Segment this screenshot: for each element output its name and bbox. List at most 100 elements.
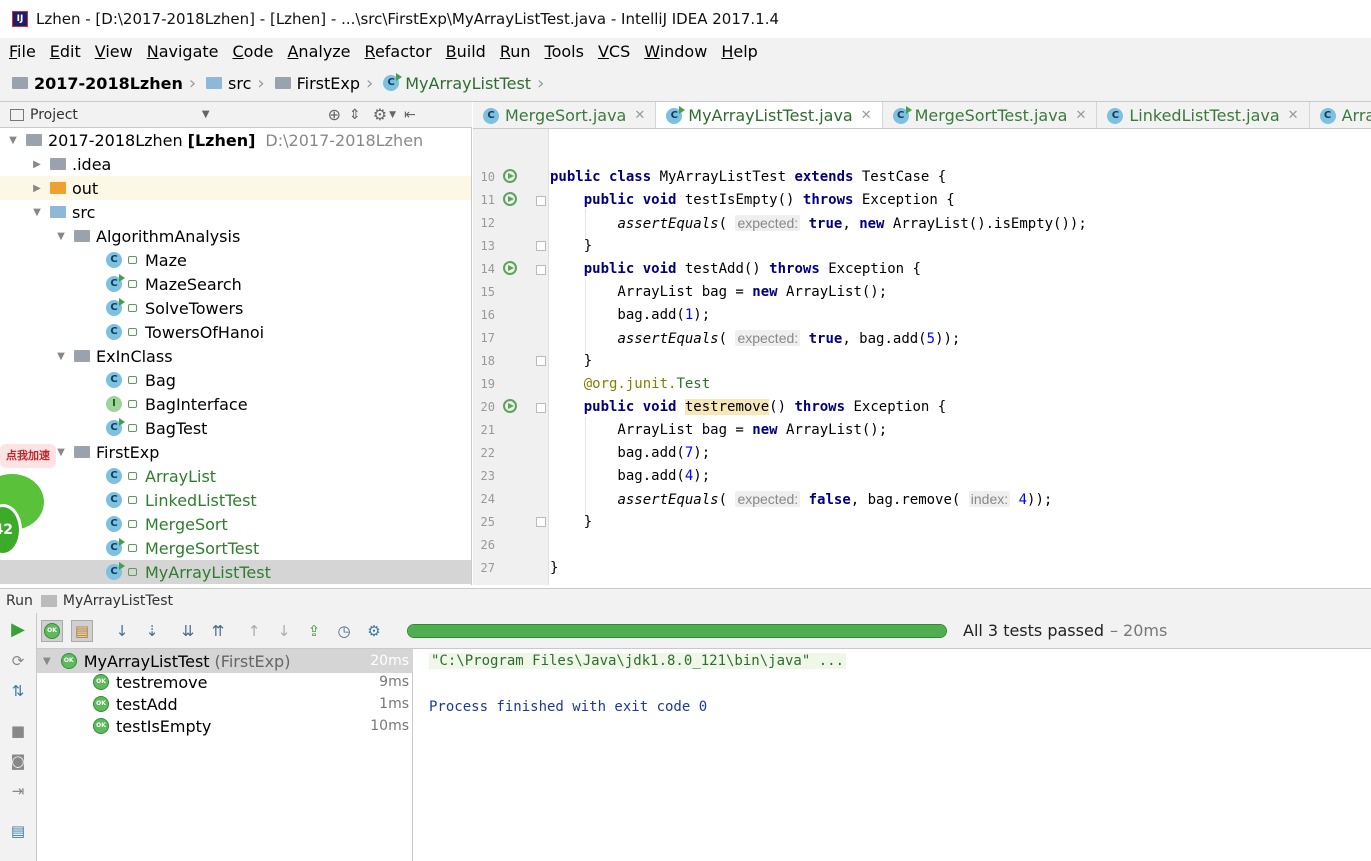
- run-test-icon[interactable]: [503, 192, 517, 206]
- stop-icon[interactable]: ■: [8, 721, 28, 741]
- collapse-all-icon[interactable]: ⇕: [349, 107, 361, 123]
- close-icon[interactable]: ✕: [634, 108, 645, 123]
- tree-item-idea[interactable]: ▶ .idea: [0, 152, 471, 176]
- locate-icon[interactable]: ⊕: [328, 105, 341, 124]
- camera-icon[interactable]: ◙: [8, 751, 28, 771]
- tree-item-class[interactable]: C TowersOfHanoi: [0, 320, 471, 344]
- menu-tools[interactable]: Tools: [545, 42, 584, 61]
- breadcrumb-class[interactable]: C MyArrayListTest ›: [383, 73, 550, 94]
- code-editor[interactable]: 10 11 12 13 14 15 16 17 18 19 20 21 22 2…: [473, 129, 1371, 585]
- expand-arrow-icon[interactable]: ▼: [54, 351, 68, 362]
- tree-item-class[interactable]: C MergeSort: [0, 512, 471, 536]
- sort-alpha-icon[interactable]: ↓: [111, 620, 133, 642]
- tab-arraylist[interactable]: C ArrayList.java: [1310, 102, 1371, 128]
- breadcrumb-project[interactable]: 2017-2018Lzhen ›: [12, 73, 202, 94]
- run-panel-title[interactable]: Run: [6, 593, 33, 609]
- fold-icon[interactable]: [536, 241, 546, 251]
- toggle-autotest-icon[interactable]: ⇅: [8, 681, 28, 701]
- tree-item-class[interactable]: C SolveTowers: [0, 296, 471, 320]
- close-icon[interactable]: ✕: [1075, 108, 1086, 123]
- history-icon[interactable]: ◷: [333, 620, 355, 642]
- expand-arrow-icon[interactable]: ▼: [30, 207, 44, 218]
- menu-analyze[interactable]: Analyze: [287, 42, 350, 61]
- project-panel-title[interactable]: Project: [30, 107, 78, 123]
- dropdown-arrow-icon[interactable]: ▼: [389, 110, 396, 120]
- menu-edit[interactable]: Edit: [50, 42, 81, 61]
- close-icon[interactable]: ✕: [1288, 108, 1299, 123]
- fold-icon[interactable]: [536, 403, 546, 413]
- tree-item-selected[interactable]: C MyArrayListTest: [0, 560, 471, 584]
- menu-run[interactable]: Run: [500, 42, 531, 61]
- menu-vcs[interactable]: VCS: [598, 42, 630, 61]
- tab-mergesorttest[interactable]: C MergeSortTest.java ✕: [883, 102, 1098, 128]
- tree-item-package[interactable]: ▼ AlgorithmAnalysis: [0, 224, 471, 248]
- gear-icon[interactable]: ⚙: [363, 620, 385, 642]
- menu-refactor[interactable]: Refactor: [365, 42, 432, 61]
- tree-item-class[interactable]: C Maze: [0, 248, 471, 272]
- menu-file[interactable]: File: [9, 42, 36, 61]
- lock-icon: [128, 280, 137, 288]
- rerun-failed-icon[interactable]: ⟳: [8, 651, 28, 671]
- tree-item-package[interactable]: ▼ FirstExp: [0, 440, 471, 464]
- next-icon[interactable]: ↓: [273, 620, 295, 642]
- menu-view[interactable]: View: [95, 42, 133, 61]
- tree-item-class[interactable]: C LinkedListTest: [0, 488, 471, 512]
- accelerate-badge[interactable]: 点我加速: [0, 444, 56, 468]
- collapse-all-icon[interactable]: ⇈: [207, 620, 229, 642]
- breadcrumb-src[interactable]: src ›: [206, 73, 271, 94]
- hide-panel-icon[interactable]: ⇤: [404, 107, 416, 123]
- show-ignored-icon[interactable]: ▤: [71, 619, 93, 642]
- fold-icon[interactable]: [536, 517, 546, 527]
- test-row[interactable]: OK testIsEmpty 10ms: [37, 715, 413, 737]
- run-config-name[interactable]: MyArrayListTest: [63, 593, 173, 609]
- test-row[interactable]: OK testAdd 1ms: [37, 693, 413, 715]
- menu-navigate[interactable]: Navigate: [147, 42, 219, 61]
- tree-item-class[interactable]: C MergeSortTest: [0, 536, 471, 560]
- tree-item-root[interactable]: ▼ 2017-2018Lzhen [Lzhen] D:\2017-2018Lzh…: [0, 128, 471, 152]
- tree-item-src[interactable]: ▼ src: [0, 200, 471, 224]
- fold-icon[interactable]: [536, 265, 546, 275]
- tree-item-class[interactable]: C ArrayList: [0, 464, 471, 488]
- chevron-right-icon: ›: [188, 72, 197, 94]
- expand-arrow-icon[interactable]: ▼: [54, 447, 68, 458]
- breadcrumb-package[interactable]: FirstExp ›: [274, 73, 380, 94]
- tab-mergesort[interactable]: C MergeSort.java ✕: [473, 102, 657, 128]
- tab-linkedlisttest[interactable]: C LinkedListTest.java ✕: [1097, 102, 1310, 128]
- collapsed-arrow-icon[interactable]: ▶: [30, 183, 44, 194]
- expand-arrow-icon[interactable]: ▼: [6, 135, 20, 146]
- exit-icon[interactable]: ⇥: [8, 781, 28, 801]
- menu-window[interactable]: Window: [644, 42, 707, 61]
- tree-item-class[interactable]: C BagTest: [0, 416, 471, 440]
- collapsed-arrow-icon[interactable]: ▶: [30, 159, 44, 170]
- test-suite-row[interactable]: ▼ OK MyArrayListTest (FirstExp) 20ms: [37, 649, 413, 673]
- expand-all-icon[interactable]: ⇊: [177, 620, 199, 642]
- console-output[interactable]: "C:\Program Files\Java\jdk1.8.0_121\bin\…: [413, 649, 1371, 861]
- sort-duration-icon[interactable]: ⇣: [141, 620, 163, 642]
- rerun-icon[interactable]: ▶: [8, 619, 28, 640]
- run-test-icon[interactable]: [503, 261, 517, 275]
- view-dropdown-icon[interactable]: ▼: [202, 109, 210, 120]
- tree-item-package[interactable]: ▼ ExInClass: [0, 344, 471, 368]
- gear-icon[interactable]: ⚙: [373, 105, 387, 124]
- fold-icon[interactable]: [536, 196, 546, 206]
- tab-myarraylisttest[interactable]: C MyArrayListTest.java ✕: [656, 102, 883, 128]
- expand-arrow-icon[interactable]: ▼: [54, 231, 68, 242]
- tree-item-class[interactable]: C MazeSearch: [0, 272, 471, 296]
- previous-icon[interactable]: ↑: [243, 620, 265, 642]
- tree-item-class[interactable]: C Bag: [0, 368, 471, 392]
- close-icon[interactable]: ✕: [861, 108, 872, 123]
- fold-icon[interactable]: [536, 356, 546, 366]
- expand-arrow-icon[interactable]: ▼: [43, 656, 51, 667]
- layout-icon[interactable]: ▤: [8, 821, 28, 841]
- menu-help[interactable]: Help: [721, 42, 757, 61]
- tree-item-out[interactable]: ▶ out: [0, 176, 471, 200]
- menu-code[interactable]: Code: [233, 42, 274, 61]
- run-test-icon[interactable]: [503, 169, 517, 183]
- test-row[interactable]: OK testremove 9ms: [37, 671, 413, 693]
- run-test-icon[interactable]: [503, 399, 517, 413]
- export-icon[interactable]: ⇪: [303, 620, 325, 642]
- show-passed-icon[interactable]: OK: [41, 619, 63, 642]
- menu-build[interactable]: Build: [446, 42, 486, 61]
- tree-item-interface[interactable]: I BagInterface: [0, 392, 471, 416]
- tree-item-label: out: [72, 178, 99, 198]
